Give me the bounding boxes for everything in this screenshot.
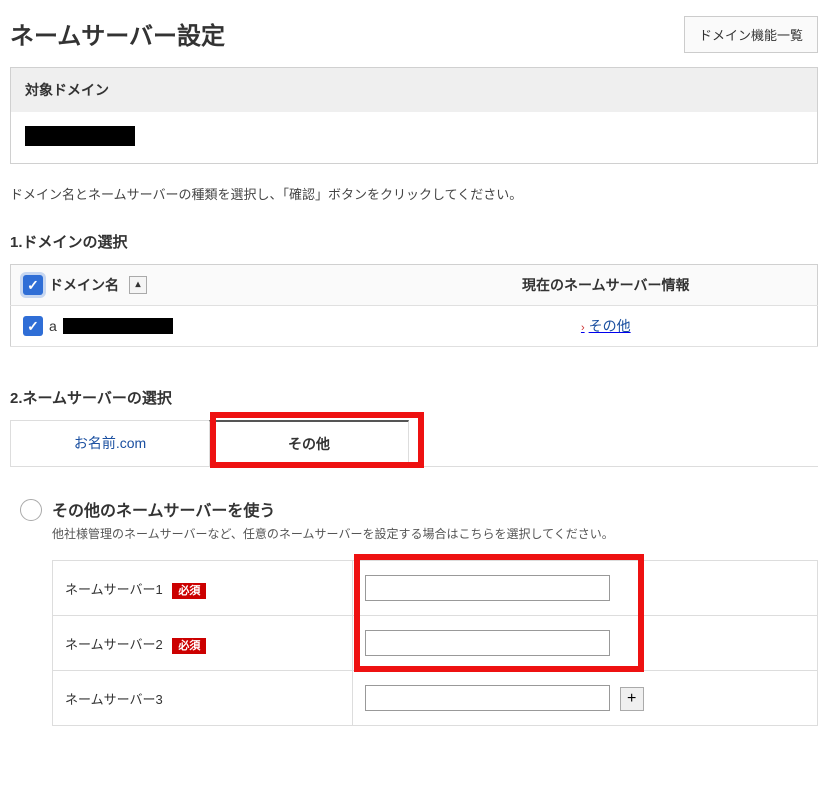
add-nameserver-button[interactable]: + bbox=[620, 687, 644, 711]
ns3-input[interactable] bbox=[365, 685, 610, 711]
domain-name-prefix: a bbox=[49, 318, 57, 334]
ns2-input[interactable] bbox=[365, 630, 610, 656]
row-checkbox[interactable]: ✓ bbox=[23, 316, 43, 336]
required-badge: 必須 bbox=[172, 583, 206, 599]
select-all-checkbox[interactable]: ✓ bbox=[23, 275, 43, 295]
nameserver-input-table: ネームサーバー1 必須 ネームサーバー2 必須 ネームサーバー3 bbox=[52, 560, 818, 726]
nameserver-info-link[interactable]: ›その他 bbox=[581, 318, 631, 334]
other-nameserver-title: その他のネームサーバーを使う bbox=[52, 497, 275, 521]
domain-column-header: ドメイン名 bbox=[49, 275, 119, 295]
sort-button[interactable]: ▴ bbox=[129, 276, 147, 294]
ns1-input[interactable] bbox=[365, 575, 610, 601]
target-domain-label: 対象ドメイン bbox=[11, 68, 817, 112]
other-nameserver-radio[interactable] bbox=[20, 499, 42, 521]
section2-title: 2.ネームサーバーの選択 bbox=[10, 387, 818, 408]
page-title: ネームサーバー設定 bbox=[10, 16, 225, 51]
section1-title: 1.ドメインの選択 bbox=[10, 231, 818, 252]
target-domain-panel: 対象ドメイン bbox=[10, 67, 818, 164]
ns1-label: ネームサーバー1 bbox=[65, 582, 163, 597]
required-badge: 必須 bbox=[172, 638, 206, 654]
other-nameserver-desc: 他社様管理のネームサーバーなど、任意のネームサーバーを設定する場合はこちらを選択… bbox=[52, 525, 818, 542]
ns3-label: ネームサーバー3 bbox=[65, 692, 163, 707]
tab-onamae[interactable]: お名前.com bbox=[10, 420, 210, 466]
instruction-text: ドメイン名とネームサーバーの種類を選択し、「確認」ボタンをクリックしてください。 bbox=[10, 184, 818, 203]
ns2-label: ネームサーバー2 bbox=[65, 637, 163, 652]
nameserver-info-column-header: 現在のネームサーバー情報 bbox=[395, 265, 818, 306]
nameserver-tabs: お名前.com その他 bbox=[10, 420, 818, 467]
domain-feature-list-button[interactable]: ドメイン機能一覧 bbox=[684, 16, 818, 53]
target-domain-value-redacted bbox=[25, 126, 135, 146]
chevron-right-icon: › bbox=[581, 322, 585, 334]
domain-table: ✓ ドメイン名 ▴ 現在のネームサーバー情報 ✓ a ›その他 bbox=[10, 264, 818, 347]
tab-other[interactable]: その他 bbox=[209, 420, 409, 466]
domain-name-redacted bbox=[63, 318, 173, 334]
table-row: ✓ a ›その他 bbox=[11, 306, 818, 347]
